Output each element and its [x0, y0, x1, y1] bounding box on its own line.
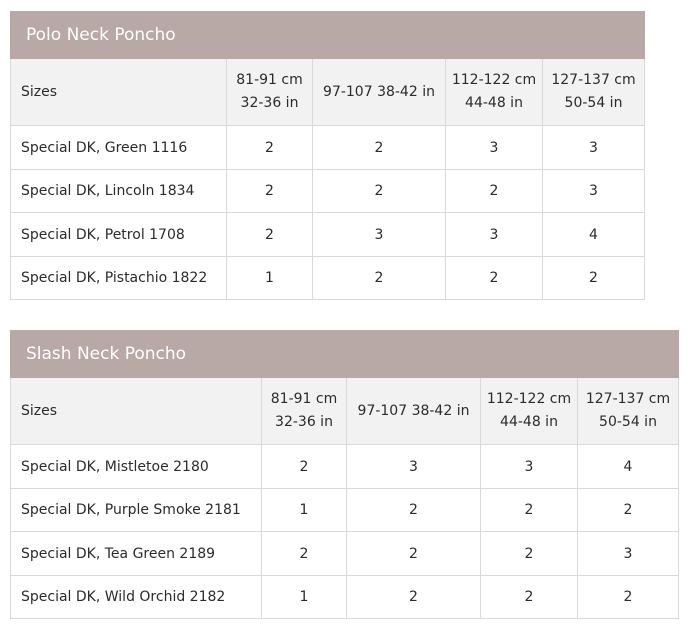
- quantity-cell: 2: [445, 169, 543, 213]
- quantity-cell: 2: [261, 531, 347, 576]
- quantity-cell: 1: [261, 488, 347, 532]
- yarn-label: Special DK, Tea Green 2189: [10, 531, 262, 576]
- quantity-cell: 2: [346, 531, 481, 576]
- slash-neck-poncho-table: Slash Neck Poncho Sizes 81-91 cm 32-36 in…: [10, 330, 679, 619]
- table-row: Special DK, Tea Green 2189 2 2 2 3: [10, 531, 679, 576]
- size-cm: 97-107 38-42 in: [357, 402, 470, 419]
- quantity-cell: 2: [312, 169, 446, 213]
- polo-neck-poncho-table: Polo Neck Poncho Sizes 81-91 cm 32-36 in …: [10, 11, 645, 300]
- size-in: 50-54 in: [564, 95, 623, 111]
- quantity-cell: 1: [226, 256, 313, 300]
- table-row: Special DK, Wild Orchid 2182 1 2 2 2: [10, 575, 679, 619]
- quantity-cell: 3: [445, 125, 543, 170]
- quantity-cell: 2: [226, 125, 313, 170]
- size-header: 112-122 cm 44-48 in: [480, 377, 578, 445]
- size-in: 32-36 in: [275, 414, 333, 430]
- yarn-label: Special DK, Pistachio 1822: [10, 256, 227, 300]
- quantity-cell: 3: [542, 169, 645, 213]
- size-header: 81-91 cm 32-36 in: [226, 58, 313, 126]
- yarn-label: Special DK, Green 1116: [10, 125, 227, 170]
- size-header: 127-137 cm 50-54 in: [542, 58, 645, 126]
- size-cm: 127-137 cm: [585, 391, 671, 407]
- quantity-cell: 2: [226, 169, 313, 213]
- size-cm: 81-91 cm: [270, 391, 338, 407]
- quantity-cell: 2: [480, 575, 578, 619]
- quantity-cell: 2: [312, 256, 446, 300]
- size-cm: 112-122 cm: [451, 72, 537, 88]
- quantity-cell: 2: [542, 256, 645, 300]
- table-title: Slash Neck Poncho: [10, 330, 679, 378]
- table-title: Polo Neck Poncho: [10, 11, 645, 59]
- quantity-cell: 2: [577, 488, 679, 532]
- size-cm: 81-91 cm: [236, 72, 303, 88]
- quantity-cell: 2: [480, 488, 578, 532]
- quantity-cell: 1: [261, 575, 347, 619]
- quantity-cell: 3: [312, 212, 446, 257]
- size-header: 112-122 cm 44-48 in: [445, 58, 543, 126]
- quantity-cell: 2: [445, 256, 543, 300]
- yarn-label: Special DK, Lincoln 1834: [10, 169, 227, 213]
- quantity-cell: 2: [346, 488, 481, 532]
- quantity-cell: 2: [577, 575, 679, 619]
- sizes-header: Sizes: [10, 377, 262, 445]
- quantity-cell: 4: [577, 444, 679, 489]
- size-in: 50-54 in: [599, 414, 657, 430]
- size-header: 127-137 cm 50-54 in: [577, 377, 679, 445]
- size-header: 97-107 38-42 in: [346, 377, 481, 445]
- quantity-cell: 3: [577, 531, 679, 576]
- quantity-cell: 2: [346, 575, 481, 619]
- yarn-label: Special DK, Petrol 1708: [10, 212, 227, 257]
- quantity-cell: 3: [445, 212, 543, 257]
- size-header: 81-91 cm 32-36 in: [261, 377, 347, 445]
- table-row: Special DK, Purple Smoke 2181 1 2 2 2: [10, 488, 679, 532]
- size-in: 44-48 in: [465, 95, 523, 111]
- size-in: 44-48 in: [500, 414, 558, 430]
- yarn-label: Special DK, Mistletoe 2180: [10, 444, 262, 489]
- size-header: 97-107 38-42 in: [312, 58, 446, 126]
- size-cm: 112-122 cm: [486, 391, 572, 407]
- quantity-cell: 2: [480, 531, 578, 576]
- sizes-header: Sizes: [10, 58, 227, 126]
- quantity-cell: 3: [542, 125, 645, 170]
- table-row: Special DK, Lincoln 1834 2 2 2 3: [10, 169, 645, 213]
- table-row: Special DK, Mistletoe 2180 2 3 3 4: [10, 444, 679, 489]
- quantity-cell: 3: [346, 444, 481, 489]
- size-cm: 127-137 cm: [551, 72, 636, 88]
- yarn-label: Special DK, Wild Orchid 2182: [10, 575, 262, 619]
- table-row: Special DK, Petrol 1708 2 3 3 4: [10, 212, 645, 257]
- size-in: 32-36 in: [240, 95, 299, 111]
- size-cm: 97-107 38-42 in: [323, 83, 435, 100]
- quantity-cell: 2: [261, 444, 347, 489]
- table-row: Special DK, Pistachio 1822 1 2 2 2: [10, 256, 645, 300]
- quantity-cell: 2: [226, 212, 313, 257]
- yarn-label: Special DK, Purple Smoke 2181: [10, 488, 262, 532]
- quantity-cell: 3: [480, 444, 578, 489]
- quantity-cell: 2: [312, 125, 446, 170]
- table-row: Special DK, Green 1116 2 2 3 3: [10, 125, 645, 170]
- quantity-cell: 4: [542, 212, 645, 257]
